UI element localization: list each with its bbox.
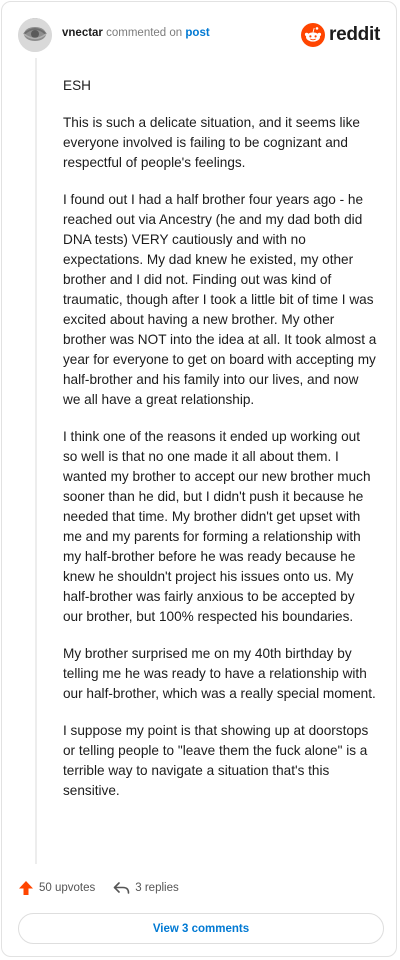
- upvote-count: 50 upvotes: [39, 882, 96, 894]
- reddit-logo-icon: [301, 23, 326, 47]
- comment-paragraph: This is such a delicate situation, and i…: [63, 115, 360, 170]
- replies-button[interactable]: 3 replies: [113, 881, 179, 895]
- comment-paragraph: ESH: [63, 78, 91, 93]
- comment-body: ESH This is such a delicate situation, a…: [63, 76, 378, 818]
- avatar[interactable]: [18, 18, 52, 52]
- upvote-button[interactable]: 50 upvotes: [18, 880, 95, 896]
- comment-paragraph: I think one of the reasons it ended up w…: [63, 429, 371, 624]
- comment-card: vnectar commented on post reddit ESH Thi…: [1, 1, 397, 957]
- post-link[interactable]: post: [185, 27, 209, 39]
- comment-meta: vnectar commented on post: [62, 27, 210, 39]
- reddit-logo[interactable]: reddit: [301, 22, 380, 48]
- reddit-wordmark: reddit: [329, 24, 380, 45]
- view-comments-button[interactable]: View 3 comments: [18, 913, 384, 944]
- thread-line[interactable]: [35, 58, 37, 864]
- comment-paragraph: My brother surprised me on my 40th birth…: [63, 646, 376, 701]
- comment-header: vnectar commented on post reddit: [18, 18, 380, 52]
- reply-arrow-icon: [113, 882, 130, 894]
- comment-paragraph: I found out I had a half brother four ye…: [63, 192, 377, 407]
- upvote-arrow-icon: [19, 881, 33, 895]
- comment-paragraph: I suppose my point is that showing up at…: [63, 723, 369, 798]
- comment-action-text: commented on: [106, 27, 183, 39]
- comment-footer: 50 upvotes 3 replies: [18, 878, 197, 898]
- reply-count: 3 replies: [135, 882, 179, 894]
- avatar-image: [18, 18, 52, 52]
- username-link[interactable]: vnectar: [62, 27, 103, 39]
